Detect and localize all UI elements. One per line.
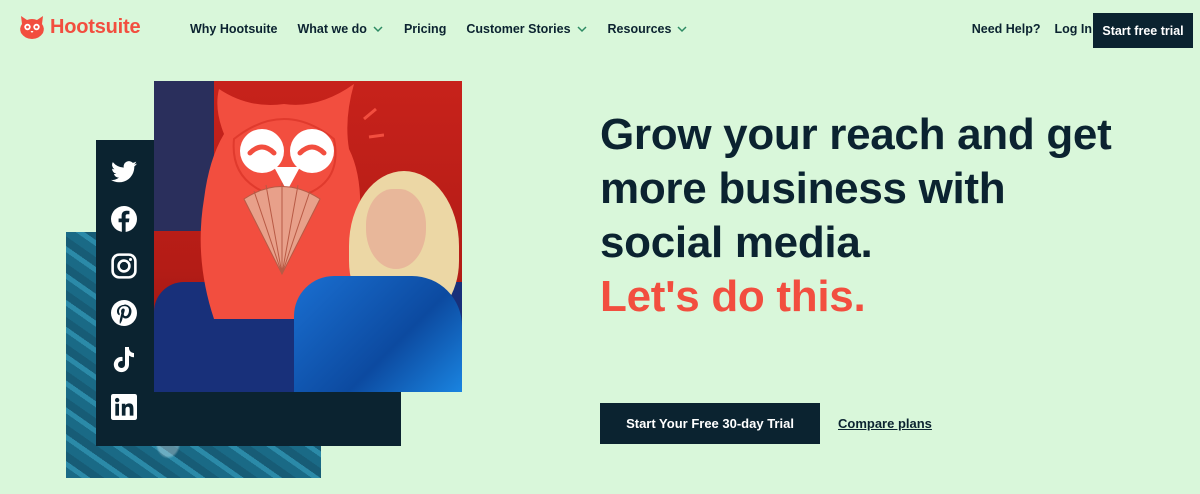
facebook-icon[interactable] <box>110 205 138 233</box>
hero-photo <box>154 81 462 392</box>
hero-headline: Grow your reach and get more business wi… <box>600 108 1120 324</box>
nav-resources[interactable]: Resources <box>608 22 689 36</box>
free-trial-cta-button[interactable]: Start Your Free 30-day Trial <box>600 403 820 444</box>
linkedin-icon[interactable] <box>110 393 138 421</box>
start-free-trial-button[interactable]: Start free trial <box>1093 13 1193 48</box>
login-link[interactable]: Log In <box>1055 22 1093 36</box>
hand-fan-icon <box>243 183 321 276</box>
utility-nav: Need Help? Log In <box>972 22 1092 36</box>
woman-face <box>366 189 426 269</box>
chevron-down-icon <box>373 26 383 33</box>
nav-label: What we do <box>297 22 367 36</box>
headline-accent: Let's do this. <box>600 272 866 321</box>
nav-label: Resources <box>607 22 672 36</box>
social-icons-column <box>110 158 138 421</box>
tiktok-icon[interactable] <box>110 346 138 374</box>
logo-text: Hootsuite <box>50 15 141 38</box>
nav-label: Pricing <box>403 22 447 36</box>
pinterest-icon[interactable] <box>110 299 138 327</box>
need-help-link[interactable]: Need Help? <box>972 22 1041 36</box>
nav-label: Why Hootsuite <box>190 22 278 36</box>
instagram-icon[interactable] <box>110 252 138 280</box>
nav-pricing[interactable]: Pricing <box>404 22 446 36</box>
site-header: Hootsuite Why Hootsuite What we do Prici… <box>0 0 1200 62</box>
owl-logo-icon <box>20 16 44 39</box>
compare-plans-link[interactable]: Compare plans <box>838 416 932 431</box>
main-nav: Why Hootsuite What we do Pricing Custome… <box>190 22 708 36</box>
woman-dress <box>294 276 462 392</box>
headline-main: Grow your reach and get more business wi… <box>600 110 1112 267</box>
nav-what-we-do[interactable]: What we do <box>298 22 384 36</box>
nav-why-hootsuite[interactable]: Why Hootsuite <box>190 22 278 36</box>
chevron-down-icon <box>577 26 587 33</box>
nav-label: Customer Stories <box>466 22 571 36</box>
twitter-icon[interactable] <box>110 158 138 186</box>
chevron-down-icon <box>677 26 687 33</box>
hootsuite-logo[interactable]: Hootsuite <box>18 14 141 40</box>
nav-customer-stories[interactable]: Customer Stories <box>466 22 587 36</box>
